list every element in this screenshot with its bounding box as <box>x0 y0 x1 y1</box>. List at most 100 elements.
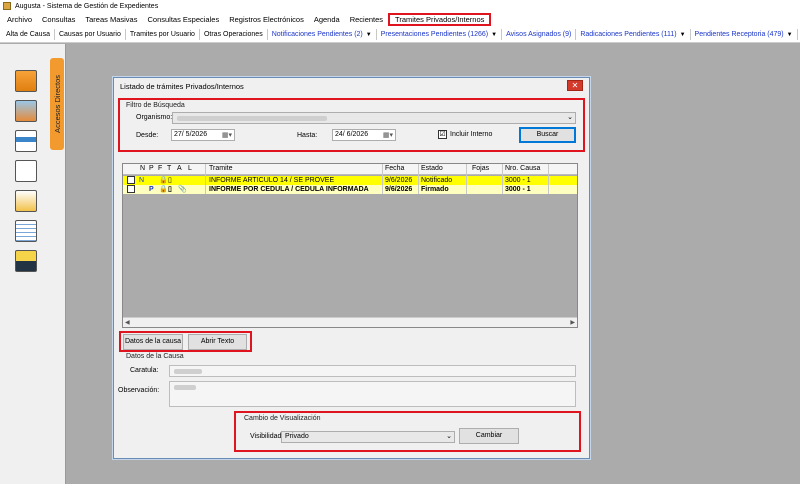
cambiar-button[interactable]: Cambiar <box>459 428 519 444</box>
col-tramite[interactable]: Tramite <box>209 165 232 172</box>
presentaciones-label: Presentaciones Pendientes (1266) <box>380 31 489 38</box>
close-icon[interactable]: ✕ <box>567 80 583 91</box>
scroll-right-icon[interactable]: ▶ <box>570 319 575 326</box>
sidebar: Accesos Directos <box>0 44 66 484</box>
observacion-label: Observación: <box>118 387 160 394</box>
visibilidad-label: Visibilidad <box>250 433 282 440</box>
toolbar-avisos-asignados[interactable]: Avisos Asignados (9) <box>502 29 577 40</box>
caratula-value-redacted <box>174 369 202 374</box>
column-divider <box>466 164 467 194</box>
dialog-title: Listado de trámites Privados/Internos <box>120 81 244 91</box>
toolbar: Alta de Causa Causas por Usuario Tramite… <box>0 27 800 43</box>
visibilidad-select[interactable]: Privado ⌄ <box>281 431 455 443</box>
desde-label: Desde: <box>136 132 159 139</box>
abrir-texto-button[interactable]: Abrir Texto <box>188 334 247 350</box>
toolbar-otras-operaciones[interactable]: Otras Operaciones <box>200 29 268 40</box>
users-icon[interactable] <box>15 100 37 122</box>
help-monitor-icon[interactable] <box>15 250 37 272</box>
title-bar: Augusta - Sistema de Gestión de Expedien… <box>0 0 800 12</box>
filter-group <box>118 98 585 152</box>
dropdown-arrow-icon[interactable]: ▼ <box>366 32 372 38</box>
app-icon <box>3 2 11 10</box>
scroll-left-icon[interactable]: ◀ <box>125 319 130 326</box>
calendar-icon[interactable]: ▦▾ <box>222 131 232 141</box>
col-n[interactable]: N <box>140 165 145 172</box>
menu-tareas-masivas[interactable]: Tareas Masivas <box>80 13 142 26</box>
horizontal-scrollbar[interactable]: ◀ ▶ <box>123 317 577 327</box>
dialog-title-bar: Listado de trámites Privados/Internos ✕ <box>114 78 589 94</box>
box-icon[interactable] <box>15 70 37 92</box>
col-f[interactable]: F <box>158 165 162 172</box>
toolbar-presentaciones-pendientes[interactable]: Presentaciones Pendientes (1266) ▼ <box>377 29 503 40</box>
tramite-cell: INFORME POR CEDULA / CEDULA INFORMADA <box>209 186 369 193</box>
row-checkbox[interactable] <box>127 176 135 184</box>
dropdown-arrow-icon[interactable]: ▼ <box>680 32 686 38</box>
menu-registros-electronicos[interactable]: Registros Electrónicos <box>224 13 309 26</box>
menu-archivo[interactable]: Archivo <box>2 13 37 26</box>
col-l[interactable]: L <box>188 165 192 172</box>
menu-consultas-especiales[interactable]: Consultas Especiales <box>142 13 224 26</box>
row-checkbox[interactable] <box>127 185 135 193</box>
accesos-directos-label: Accesos Directos <box>52 75 62 133</box>
column-divider <box>548 164 549 194</box>
incluir-interno-label: Incluir Interno <box>450 131 493 138</box>
causa-group-label: Datos de la Causa <box>126 353 184 360</box>
menu-consultas[interactable]: Consultas <box>37 13 80 26</box>
toolbar-causas-usuario[interactable]: Causas por Usuario <box>55 29 126 40</box>
toolbar-alta-causa[interactable]: Alta de Causa <box>2 29 55 40</box>
grid-header: N P F T A L Tramite Fecha Estado Fojas N… <box>123 164 577 175</box>
hasta-label: Hasta: <box>297 132 318 139</box>
fecha-cell: 9/6/2026 <box>385 177 413 184</box>
hasta-date-picker[interactable]: 24/ 6/2026 ▦▾ <box>332 129 396 141</box>
col-nro-causa[interactable]: Nro. Causa <box>505 165 540 172</box>
estado-cell: Firmado <box>421 186 449 193</box>
column-divider <box>382 164 383 194</box>
notification-icon: N <box>139 177 145 184</box>
toolbar-notificaciones-pendientes[interactable]: Notificaciones Pendientes (2) ▼ <box>268 29 377 40</box>
toolbar-pendientes-receptoria[interactable]: Pendientes Receptoria (479) ▼ <box>691 29 798 40</box>
incluir-interno-checkbox[interactable]: ☑ <box>438 130 447 139</box>
menu-agenda[interactable]: Agenda <box>309 13 345 26</box>
dropdown-arrow-icon[interactable]: ▼ <box>787 32 793 38</box>
col-fojas[interactable]: Fojas <box>472 165 489 172</box>
calendar-icon[interactable]: ▦▾ <box>383 131 393 141</box>
desde-date-picker[interactable]: 27/ 5/2026 ▦▾ <box>171 129 235 141</box>
pen-document-icon[interactable] <box>15 160 37 182</box>
organismo-value-redacted <box>177 116 327 121</box>
email-icon[interactable] <box>15 190 37 212</box>
col-fecha[interactable]: Fecha <box>385 165 404 172</box>
document-icon: ▯ <box>168 186 172 193</box>
buscar-button[interactable]: Buscar <box>519 127 576 143</box>
form-icon[interactable] <box>15 130 37 152</box>
toolbar-radicaciones-pendientes[interactable]: Radicaciones Pendientes (111) ▼ <box>576 29 691 40</box>
col-p[interactable]: P <box>149 165 154 172</box>
col-estado[interactable]: Estado <box>421 165 443 172</box>
col-t[interactable]: T <box>167 165 171 172</box>
desde-value: 27/ 5/2026 <box>174 131 208 138</box>
datos-causa-button[interactable]: Datos de la causa <box>123 334 183 350</box>
column-divider <box>502 164 503 194</box>
toolbar-tramites-usuario[interactable]: Tramites por Usuario <box>126 29 200 40</box>
visibilidad-value: Privado <box>285 433 309 440</box>
window-title: Augusta - Sistema de Gestión de Expedien… <box>15 2 159 10</box>
table-row[interactable]: P 🔒 ▯ 📎 INFORME POR CEDULA / CEDULA INFO… <box>123 185 577 194</box>
column-divider <box>205 164 206 194</box>
tramite-cell: INFORME ARTICULO 14 / SE PROVEE <box>209 177 335 184</box>
accesos-directos-tab[interactable]: Accesos Directos <box>50 58 64 150</box>
menu-recientes[interactable]: Recientes <box>345 13 388 26</box>
chevron-down-icon: ⌄ <box>567 114 573 121</box>
caratula-field <box>169 365 576 377</box>
caratula-label: Caratula: <box>130 367 159 374</box>
observacion-field <box>169 381 576 407</box>
organismo-select[interactable]: ⌄ <box>172 112 576 124</box>
tramites-grid: N P F T A L Tramite Fecha Estado Fojas N… <box>122 163 578 328</box>
tramites-dialog: Listado de trámites Privados/Internos ✕ … <box>113 77 590 459</box>
menu-tramites-privados[interactable]: Tramites Privados/Internos <box>388 13 492 26</box>
dropdown-arrow-icon[interactable]: ▼ <box>491 32 497 38</box>
chevron-down-icon: ⌄ <box>446 433 452 440</box>
document-icon: ▯ <box>168 177 172 184</box>
col-a[interactable]: A <box>177 165 182 172</box>
notificaciones-label: Notificaciones Pendientes (2) <box>271 31 363 38</box>
table-row[interactable]: N 🔒 ▯ INFORME ARTICULO 14 / SE PROVEE 9/… <box>123 176 577 185</box>
list-icon[interactable] <box>15 220 37 242</box>
